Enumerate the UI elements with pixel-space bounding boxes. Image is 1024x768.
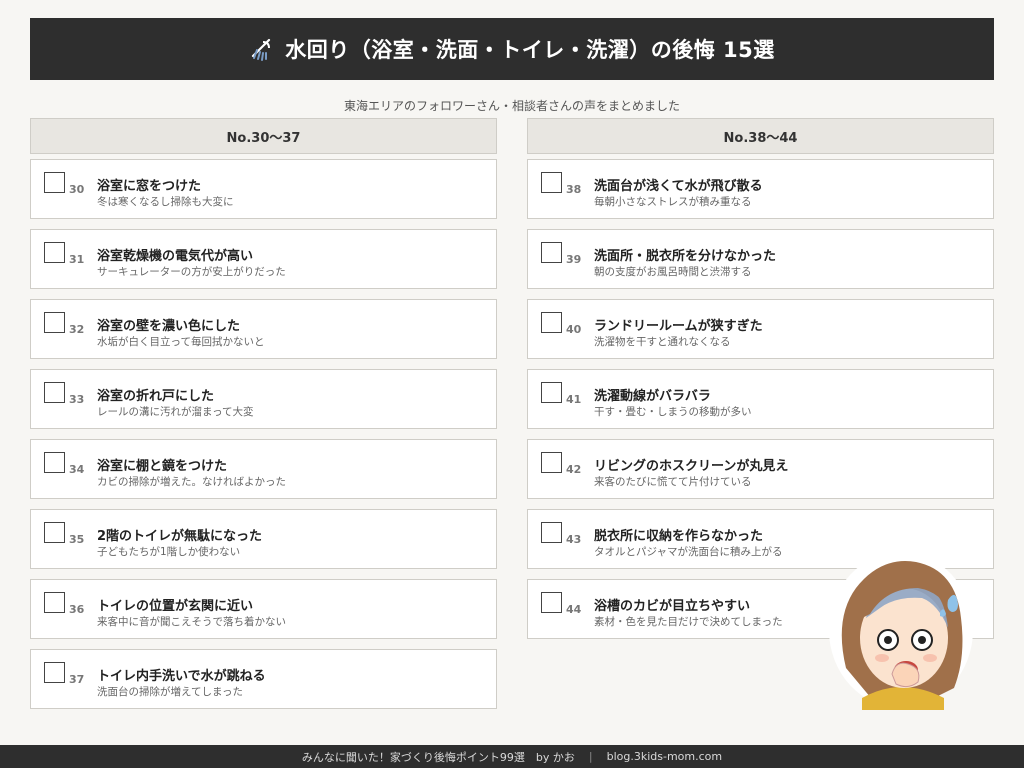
item-number: 32: [69, 323, 85, 336]
item-title: 2階のトイレが無駄になった: [97, 529, 263, 544]
item-title: 浴室に窓をつけた: [97, 179, 202, 194]
list-item: 40 ランドリールームが狭すぎた 洗濯物を干すと通れなくなる: [527, 299, 994, 359]
checkbox[interactable]: [541, 592, 562, 613]
checkbox[interactable]: [541, 382, 562, 403]
item-title: 洗面所・脱衣所を分けなかった: [594, 249, 777, 264]
checkbox[interactable]: [541, 172, 562, 193]
checkbox[interactable]: [44, 662, 65, 683]
checkbox[interactable]: [44, 382, 65, 403]
item-description: 水垢が白く目立って毎回拭かないと: [97, 336, 265, 348]
item-title: 浴室乾燥機の電気代が高い: [97, 249, 254, 264]
item-title: ランドリールームが狭すぎた: [594, 319, 763, 334]
checkbox[interactable]: [44, 522, 65, 543]
checkbox[interactable]: [44, 592, 65, 613]
item-description: 毎朝小さなストレスが積み重なる: [594, 196, 752, 208]
item-title: 浴室の折れ戸にした: [97, 389, 215, 404]
list-item: 33 浴室の折れ戸にしたレールの溝に汚れが溜まって大変: [30, 369, 497, 429]
item-number: 36: [69, 603, 85, 616]
item-title: 洗濯動線がバラバラ: [594, 389, 711, 404]
list-item: 34 浴室に棚と鏡をつけたカビの掃除が増えた。なければよかった: [30, 439, 497, 499]
item-description: タオルとパジャマが洗面台に積み上がる: [594, 546, 783, 558]
list-item: 38 洗面台が浅くて水が飛び散る 毎朝小さなストレスが積み重なる: [527, 159, 994, 219]
column-header: No.30〜37: [30, 118, 497, 154]
item-number: 35: [69, 533, 85, 546]
column-left: No.30〜37 30 浴室に窓をつけた冬は寒くなるし掃除も大変に 31 浴室乾燥機の…: [30, 118, 497, 709]
item-description: レールの溝に汚れが溜まって大変: [97, 406, 254, 418]
list-item: 36 トイレの位置が玄関に近い来客中に音が聞こえそうで落ち着かない: [30, 579, 497, 639]
item-description: 来客中に音が聞こえそうで落ち着かない: [97, 616, 286, 628]
title-bar: 水回り（浴室・洗面・トイレ・洗濯）の後悔 15選: [30, 18, 994, 80]
item-number: 34: [69, 463, 85, 476]
list-item: 30 浴室に窓をつけた冬は寒くなるし掃除も大変に: [30, 159, 497, 219]
item-title: 浴室に棚と鏡をつけた: [97, 459, 228, 474]
item-title: 脱衣所に収納を作らなかった: [594, 529, 764, 544]
list-item: 32 浴室の壁を濃い色にした水垢が白く目立って毎回拭かないと: [30, 299, 497, 359]
item-number: 41: [566, 393, 582, 406]
worried-girl-illustration: [829, 552, 973, 710]
list-item: 41 洗濯動線がバラバラ干す・畳む・しまうの移動が多い: [527, 369, 994, 429]
item-description: 来客のたびに慌てて片付けている: [594, 476, 752, 488]
item-title: トイレ内手洗いで水が跳ねる: [97, 669, 266, 684]
item-number: 43: [566, 533, 582, 546]
list-item: 42 リビングのホスクリーンが丸見え 来客のたびに慌てて片付けている: [527, 439, 994, 499]
item-description: 朝の支度がお風呂時間と渋滞する: [594, 266, 752, 278]
footer-credit: みんなに聞いた！家づくり後悔ポイント99選 by かお: [301, 750, 575, 764]
item-number: 44: [566, 603, 582, 616]
item-description: 子どもたちが1階しか使わない: [97, 546, 241, 558]
column-right: No.38〜44 38 洗面台が浅くて水が飛び散る 毎朝小さなストレスが積み重なる 3…: [527, 118, 994, 639]
item-number: 37: [69, 673, 85, 686]
column-header: No.38〜44: [527, 118, 994, 154]
item-title: 浴室の壁を濃い色にした: [97, 319, 241, 334]
item-description: 冬は寒くなるし掃除も大変に: [97, 196, 234, 208]
item-number: 30: [69, 183, 85, 196]
list-item: 39 洗面所・脱衣所を分けなかった 朝の支度がお風呂時間と渋滞する: [527, 229, 994, 289]
item-description: カビの掃除が増えた。なければよかった: [97, 476, 286, 488]
checkbox[interactable]: [44, 172, 65, 193]
checkbox[interactable]: [44, 312, 65, 333]
checkbox[interactable]: [44, 242, 65, 263]
item-description: 干す・畳む・しまうの移動が多い: [594, 406, 752, 418]
checkbox[interactable]: [44, 452, 65, 473]
item-number: 42: [566, 463, 582, 476]
checkbox[interactable]: [541, 452, 562, 473]
checkbox[interactable]: [541, 312, 562, 333]
checkbox[interactable]: [541, 242, 562, 263]
footer-url[interactable]: blog.3kids-mom.com: [607, 750, 723, 763]
list-item: 37 トイレ内手洗いで水が跳ねる 洗面台の掃除が増えてしまった: [30, 649, 497, 709]
item-number: 40: [566, 323, 582, 336]
item-number: 31: [69, 253, 85, 266]
item-title: 浴槽のカビが目立ちやすい: [594, 599, 751, 614]
item-description: サーキュレーターの方が安上がりだった: [97, 266, 286, 278]
item-number: 38: [566, 183, 582, 196]
item-description: 洗濯物を干すと通れなくなる: [594, 336, 731, 348]
item-number: 39: [566, 253, 582, 266]
item-title: リビングのホスクリーンが丸見え: [594, 459, 789, 474]
item-description: 素材・色を見た目だけで決めてしまった: [594, 616, 783, 628]
item-description: 洗面台の掃除が増えてしまった: [97, 686, 244, 698]
item-title: 洗面台が浅くて水が飛び散る: [594, 179, 763, 194]
page-subtitle: 東海エリアのフォロワーさん・相談者さんの声をまとめました: [343, 99, 680, 113]
footer: みんなに聞いた！家づくり後悔ポイント99選 by かお | blog.3kids…: [0, 745, 1024, 768]
item-title: トイレの位置が玄関に近い: [97, 599, 254, 614]
item-number: 33: [69, 393, 85, 406]
footer-separator: |: [588, 750, 593, 763]
shower-icon: [252, 38, 271, 61]
list-item: 35 2階のトイレが無駄になった 子どもたちが1階しか使わない: [30, 509, 497, 569]
page-title: 水回り（浴室・洗面・トイレ・洗濯）の後悔 15選: [285, 38, 775, 62]
checkbox[interactable]: [541, 522, 562, 543]
list-item: 31 浴室乾燥機の電気代が高いサーキュレーターの方が安上がりだった: [30, 229, 497, 289]
